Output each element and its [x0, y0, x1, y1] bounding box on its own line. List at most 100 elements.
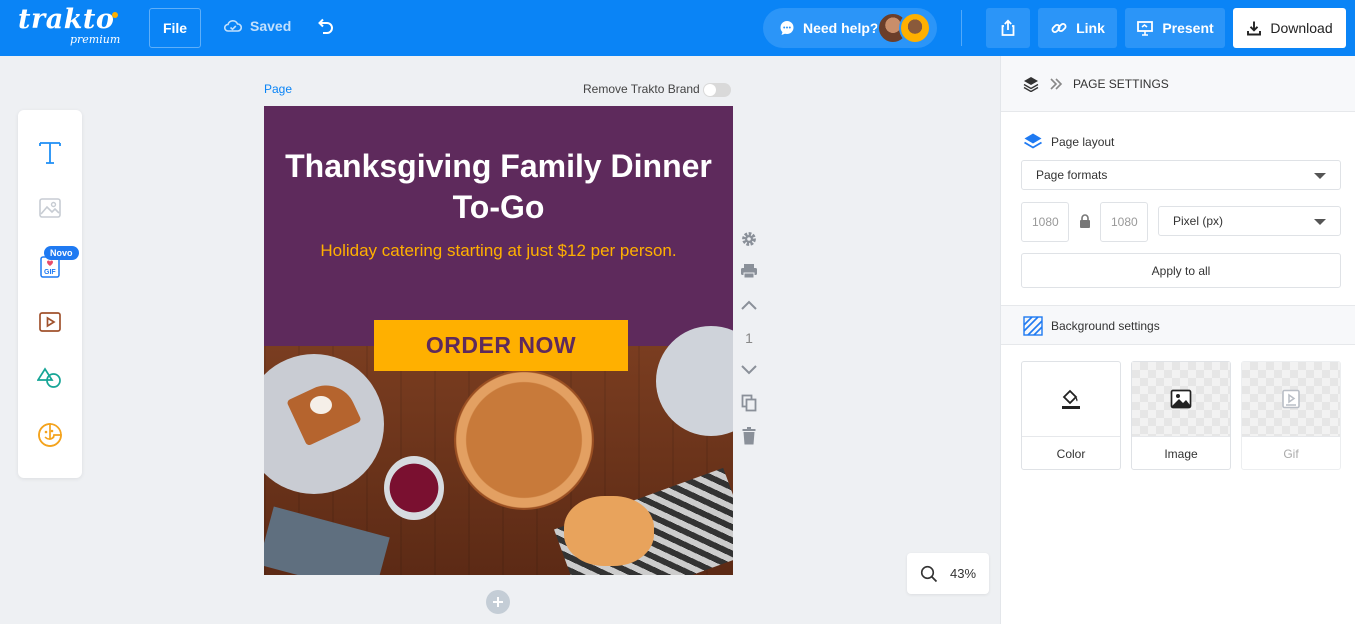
page-label[interactable]: Page — [264, 82, 292, 96]
plus-icon — [493, 597, 503, 607]
design-subline[interactable]: Holiday catering starting at just $12 pe… — [264, 240, 733, 261]
background-settings-label: Background settings — [1051, 319, 1160, 333]
sticker-icon — [38, 423, 62, 447]
shapes-tool[interactable] — [34, 362, 66, 394]
logo-subtitle: premium — [70, 33, 121, 46]
undo-button[interactable] — [314, 17, 336, 39]
color-option-preview — [1022, 362, 1120, 437]
video-tool[interactable] — [34, 306, 66, 338]
page-height-input[interactable]: 1080 — [1100, 202, 1148, 242]
copy-icon — [741, 394, 757, 412]
page-number: 1 — [745, 330, 753, 346]
undo-icon — [318, 18, 333, 34]
duplicate-page-button[interactable] — [738, 392, 760, 414]
paint-bucket-icon — [1062, 389, 1080, 409]
pattern-icon — [1023, 316, 1043, 336]
remove-brand-label: Remove Trakto Brand — [583, 82, 700, 96]
text-tool[interactable] — [34, 136, 66, 168]
need-help-button[interactable]: Need help? — [763, 8, 937, 48]
link-icon — [1051, 23, 1067, 33]
panel-header: PAGE SETTINGS — [1001, 56, 1355, 112]
unit-dropdown[interactable]: Pixel (px) — [1158, 206, 1341, 236]
unit-value: Pixel (px) — [1173, 214, 1224, 228]
saved-status: Saved — [224, 18, 291, 34]
stickers-tool[interactable] — [34, 419, 66, 451]
background-section-header: Background settings — [1001, 305, 1355, 345]
support-avatars — [877, 12, 933, 44]
text-icon — [39, 142, 61, 164]
dinner-table-photo — [264, 326, 733, 575]
whipped-cream — [310, 396, 332, 414]
novo-badge: Novo — [44, 246, 79, 260]
caret-down-icon — [1314, 219, 1326, 225]
gear-icon — [742, 232, 756, 246]
image-tool[interactable] — [34, 192, 66, 224]
panel-title: PAGE SETTINGS — [1073, 76, 1169, 91]
background-color-option[interactable]: Color — [1021, 361, 1121, 470]
layers-blue-icon — [1024, 133, 1042, 149]
page-settings-button[interactable] — [738, 228, 760, 250]
printer-icon — [741, 264, 757, 279]
background-image-option[interactable]: Image — [1131, 361, 1231, 470]
link-label: Link — [1076, 20, 1105, 36]
gif-video-icon — [1282, 389, 1300, 409]
download-label: Download — [1270, 20, 1333, 36]
order-now-cta[interactable]: ORDER NOW — [374, 320, 628, 371]
caret-down-icon — [1314, 173, 1326, 179]
page-layout-section-title: Page layout — [1023, 132, 1114, 152]
move-page-down-button[interactable] — [738, 359, 760, 381]
avatar — [899, 12, 931, 44]
print-button[interactable] — [738, 260, 760, 282]
file-menu-button[interactable]: File — [149, 8, 201, 48]
share-button[interactable] — [986, 8, 1030, 48]
lock-icon — [1080, 214, 1090, 228]
download-button[interactable]: Download — [1233, 8, 1346, 48]
svg-text:GIF: GIF — [44, 269, 56, 276]
aspect-lock-button[interactable] — [1079, 214, 1091, 233]
top-bar: trakto premium File Saved Need help? Lin… — [0, 0, 1355, 56]
design-canvas[interactable]: Thanksgiving Family Dinner To-Go Holiday… — [264, 106, 733, 575]
logo-text: trakto — [18, 4, 115, 35]
background-gif-option[interactable]: Gif — [1241, 361, 1341, 470]
remove-brand-toggle[interactable] — [703, 83, 731, 97]
link-button[interactable]: Link — [1038, 8, 1117, 48]
video-icon — [39, 312, 61, 332]
add-page-button[interactable] — [486, 590, 510, 614]
presentation-icon — [1137, 21, 1154, 36]
magnifier-icon — [920, 565, 938, 582]
design-headline[interactable]: Thanksgiving Family Dinner To-Go — [264, 146, 733, 228]
pumpkin-pie — [454, 370, 594, 510]
apply-to-all-button[interactable]: Apply to all — [1021, 253, 1341, 288]
image-option-label: Image — [1164, 447, 1198, 461]
image-icon — [1170, 389, 1192, 409]
zoom-control[interactable]: 43% — [907, 553, 989, 594]
saved-label: Saved — [250, 18, 292, 34]
page-width-input[interactable]: 1080 — [1021, 202, 1069, 242]
page-settings-panel: PAGE SETTINGS Page layout Page formats 1… — [1000, 56, 1355, 624]
chevron-up-icon — [741, 300, 757, 310]
chevron-down-icon — [741, 365, 757, 375]
roast-dish — [564, 496, 654, 566]
delete-page-button[interactable] — [738, 425, 760, 447]
page-layout-label: Page layout — [1051, 135, 1115, 149]
move-page-up-button[interactable] — [738, 294, 760, 316]
image-option-preview — [1132, 362, 1230, 437]
gif-option-preview — [1242, 362, 1340, 437]
download-icon — [1247, 21, 1262, 36]
gif-option-label: Gif — [1283, 447, 1299, 461]
layers-icon — [1023, 76, 1039, 92]
element-toolbar: GIF Novo — [18, 110, 82, 478]
wine-glass — [384, 456, 444, 520]
share-icon — [1001, 19, 1015, 36]
double-chevron-right-icon — [1050, 77, 1063, 90]
trakto-logo[interactable]: trakto premium — [18, 4, 120, 47]
color-option-label: Color — [1056, 447, 1086, 461]
plate — [656, 326, 733, 436]
present-button[interactable]: Present — [1125, 8, 1225, 48]
background-section-title: Background settings — [1023, 316, 1160, 336]
zoom-value: 43% — [949, 566, 977, 581]
cloud-check-icon — [224, 20, 242, 32]
need-help-label: Need help? — [803, 20, 879, 36]
page-formats-dropdown[interactable]: Page formats — [1021, 160, 1341, 190]
present-label: Present — [1162, 20, 1214, 36]
